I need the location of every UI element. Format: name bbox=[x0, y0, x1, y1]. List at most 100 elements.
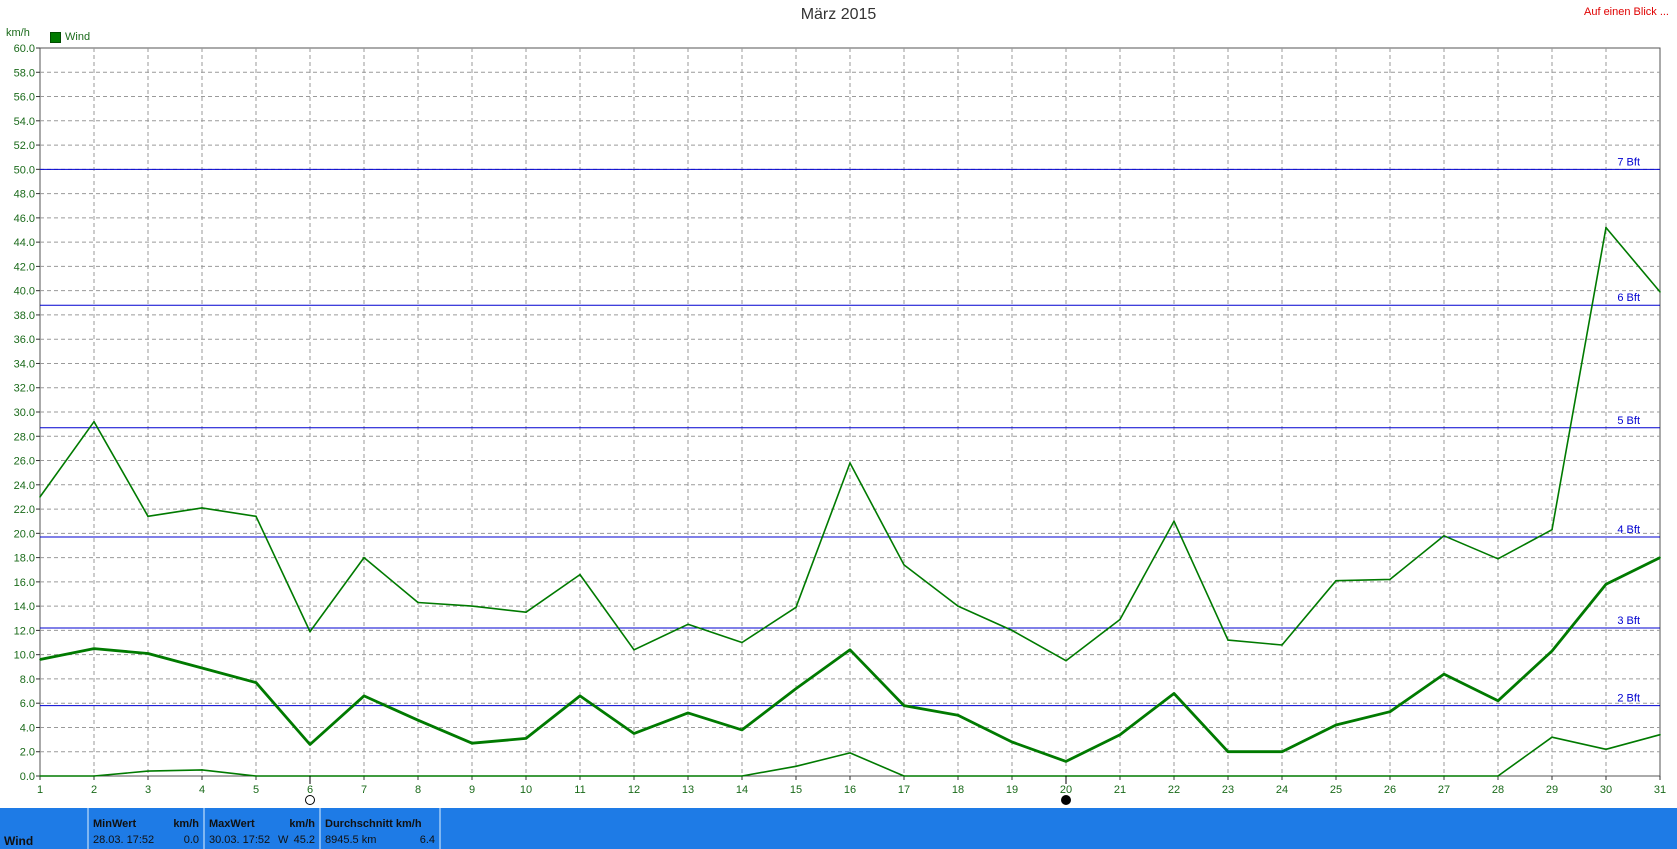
wind-max-point bbox=[849, 462, 851, 464]
new-moon-icon bbox=[1061, 795, 1071, 805]
wind-max-point bbox=[1443, 534, 1445, 537]
wind-avg-point bbox=[93, 647, 95, 650]
x-tick-label: 3 bbox=[145, 784, 151, 796]
max-value: 45.2 bbox=[293, 834, 315, 846]
summary-row-label-cell: Wind bbox=[0, 808, 89, 849]
wind-min-point bbox=[795, 765, 797, 768]
avg-header: Durchschnitt km/h bbox=[325, 818, 422, 830]
wind-avg-point bbox=[255, 681, 257, 684]
wind-max-point bbox=[1659, 291, 1661, 293]
wind-avg-point bbox=[39, 658, 41, 661]
x-tick-label: 25 bbox=[1330, 784, 1342, 796]
y-tick-label: 14.0 bbox=[14, 601, 35, 613]
x-tick-label: 22 bbox=[1168, 784, 1180, 796]
y-tick-label: 34.0 bbox=[14, 358, 35, 370]
wind-avg-point bbox=[525, 737, 527, 740]
summary-max-cell: MaxWert km/h 30.03. 17:52 W 45.2 bbox=[205, 808, 321, 849]
wind-max-point bbox=[1605, 226, 1607, 229]
wind-avg-point bbox=[633, 732, 635, 735]
y-tick-label: 4.0 bbox=[20, 722, 35, 734]
x-tick-label: 31 bbox=[1654, 784, 1666, 796]
x-tick-label: 28 bbox=[1492, 784, 1504, 796]
wind-min-point bbox=[957, 775, 959, 777]
x-tick-label: 7 bbox=[361, 784, 367, 796]
beaufort-label: 7 Bft bbox=[1617, 156, 1640, 168]
y-tick-label: 6.0 bbox=[20, 698, 35, 710]
full-moon-icon bbox=[305, 795, 315, 805]
x-tick-label: 20 bbox=[1060, 784, 1072, 796]
overview-link[interactable]: Auf einen Blick ... bbox=[1584, 6, 1669, 18]
wind-avg-point bbox=[1497, 699, 1499, 702]
beaufort-label: 6 Bft bbox=[1617, 292, 1640, 304]
y-tick-label: 44.0 bbox=[14, 237, 35, 249]
y-tick-label: 8.0 bbox=[20, 674, 35, 686]
min-unit: km/h bbox=[173, 818, 199, 830]
x-tick-label: 8 bbox=[415, 784, 421, 796]
legend-swatch bbox=[50, 31, 61, 43]
y-tick-label: 28.0 bbox=[14, 431, 35, 443]
wind-min-point bbox=[93, 775, 95, 777]
wind-avg-point bbox=[471, 742, 473, 745]
wind-avg-point bbox=[147, 652, 149, 655]
y-tick-label: 54.0 bbox=[14, 116, 35, 128]
wind-avg-point bbox=[309, 743, 311, 746]
wind-min-point bbox=[363, 775, 365, 777]
wind-min-point bbox=[1227, 775, 1229, 777]
wind-avg-point bbox=[1227, 750, 1229, 753]
wind-max-point bbox=[1281, 644, 1283, 646]
wind-max-point bbox=[903, 564, 905, 566]
x-tick-label: 29 bbox=[1546, 784, 1558, 796]
wind-avg-point bbox=[903, 704, 905, 707]
y-tick-label: 38.0 bbox=[14, 310, 35, 322]
wind-avg-point bbox=[1119, 733, 1121, 736]
wind-max-point bbox=[1551, 528, 1553, 531]
x-tick-label: 9 bbox=[469, 784, 475, 796]
y-tick-label: 16.0 bbox=[14, 577, 35, 589]
y-tick-label: 26.0 bbox=[14, 456, 35, 468]
wind-max-point bbox=[1065, 659, 1067, 662]
x-tick-label: 19 bbox=[1006, 784, 1018, 796]
y-axis-ticks: 0.0 2.0 4.0 6.0 8.0 10.0 12.0 14.0 16.0 18.0 20.0 2… bbox=[14, 43, 40, 783]
wind-avg-point bbox=[1659, 556, 1661, 559]
y-tick-label: 30.0 bbox=[14, 407, 35, 419]
y-tick-label: 50.0 bbox=[14, 164, 35, 176]
wind-avg-point bbox=[1389, 710, 1391, 713]
x-tick-label: 18 bbox=[952, 784, 964, 796]
x-tick-label: 30 bbox=[1600, 784, 1612, 796]
summary-avg-cell: Durchschnitt km/h 8945.5 km 6.4 bbox=[321, 808, 441, 849]
x-tick-label: 1 bbox=[37, 784, 43, 796]
y-tick-label: 0.0 bbox=[20, 771, 35, 783]
wind-min-point bbox=[471, 775, 473, 777]
y-tick-label: 10.0 bbox=[14, 650, 35, 662]
beaufort-label: 5 Bft bbox=[1617, 415, 1640, 427]
x-tick-label: 17 bbox=[898, 784, 910, 796]
wind-min-point bbox=[39, 775, 41, 777]
min-when: 28.03. 17:52 bbox=[93, 834, 155, 846]
wind-avg-point bbox=[1605, 583, 1607, 586]
wind-min-point bbox=[1173, 775, 1175, 777]
wind-max-point bbox=[957, 605, 959, 607]
wind-max-point bbox=[1011, 629, 1013, 632]
wind-avg-point bbox=[1335, 724, 1337, 726]
wind-chart: 2 Bft 3 Bft 4 Bft 5 Bft 6 Bft 7 Bft 0.0 2.0 4.0… bbox=[14, 43, 1666, 805]
x-tick-label: 13 bbox=[682, 784, 694, 796]
wind-min-point bbox=[255, 775, 257, 777]
wind-avg-point bbox=[417, 719, 419, 721]
wind-min-point bbox=[687, 775, 689, 777]
x-tick-label: 2 bbox=[91, 784, 97, 796]
x-tick-label: 10 bbox=[520, 784, 532, 796]
x-tick-label: 6 bbox=[307, 784, 313, 796]
wind-min-point bbox=[1551, 736, 1553, 738]
wind-avg-point bbox=[1011, 741, 1013, 743]
wind-max-point bbox=[363, 556, 365, 559]
wind-avg-point bbox=[1173, 692, 1175, 695]
wind-max-point bbox=[741, 641, 743, 644]
y-tick-label: 24.0 bbox=[14, 480, 35, 492]
summary-row-label: Wind bbox=[4, 834, 34, 848]
wind-min-point bbox=[1281, 775, 1283, 777]
chart-grid bbox=[39, 47, 1661, 777]
y-tick-label: 40.0 bbox=[14, 286, 35, 298]
y-tick-label: 48.0 bbox=[14, 189, 35, 201]
x-tick-label: 23 bbox=[1222, 784, 1234, 796]
wind-max-point bbox=[471, 605, 473, 607]
